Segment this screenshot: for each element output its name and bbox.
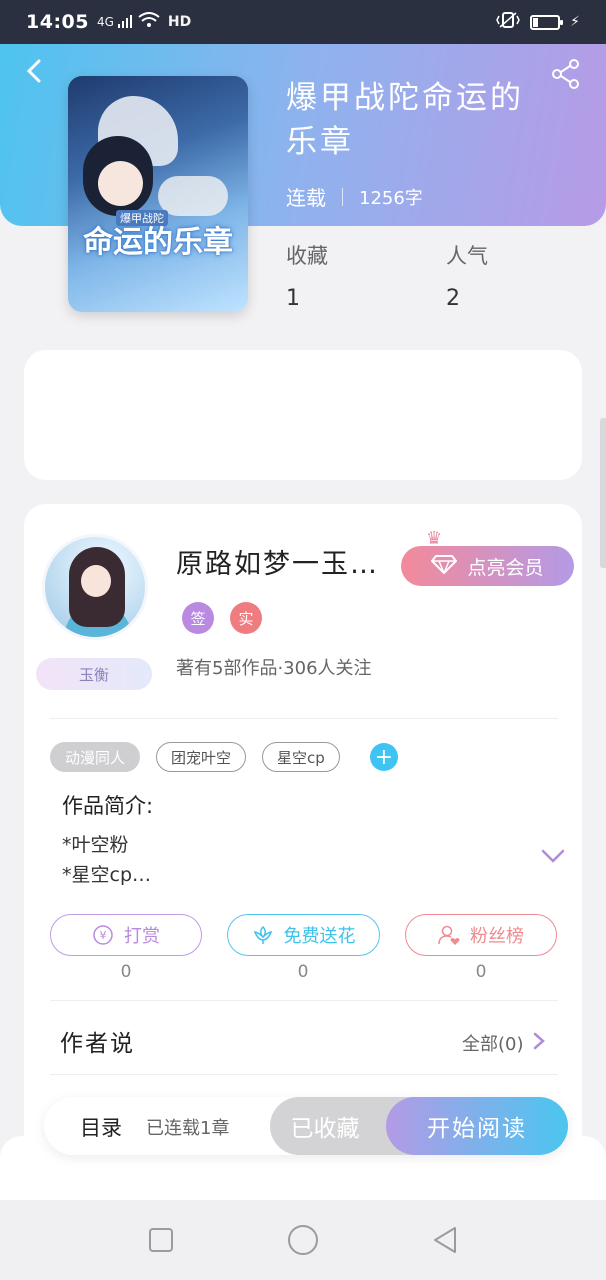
catalog-button[interactable]: 目录 (80, 1112, 122, 1142)
wifi-icon (138, 11, 160, 33)
cover-title: 命运的乐章 (83, 225, 233, 260)
chevron-right-icon (532, 1031, 546, 1056)
start-reading-button[interactable]: 开始阅读 (386, 1097, 568, 1155)
divider (50, 1074, 558, 1075)
send-flower-button[interactable]: 免费送花 (227, 914, 380, 956)
battery-icon (530, 14, 564, 30)
fan-count: 0 (475, 962, 487, 982)
author-say-title: 作者说 (60, 1031, 135, 1057)
book-meta: 连载 1256字 (286, 182, 423, 211)
book-title: 爆甲战陀命运的乐章 (286, 80, 524, 160)
yuan-icon: ¥ (92, 924, 114, 946)
user-heart-icon (438, 924, 460, 946)
author-avatar[interactable] (42, 534, 148, 640)
fan-ranking-label: 粉丝榜 (470, 926, 524, 947)
cover-small-text: 爆甲战陀 (116, 210, 168, 226)
book-status: 连载 (286, 186, 326, 210)
placeholder-card (24, 350, 582, 480)
tag-chip[interactable]: 动漫同人 (50, 742, 141, 772)
charging-icon: ⚡ (570, 14, 580, 30)
popularity-label: 人气 (446, 244, 488, 268)
divider (50, 1000, 558, 1001)
signed-badge: 签 (182, 602, 214, 634)
back-icon[interactable] (22, 58, 48, 84)
author-say-all-label: 全部(0) (462, 1034, 524, 1055)
vip-button[interactable]: 点亮会员 (401, 546, 574, 586)
author-name[interactable]: 原路如梦一玉… (176, 542, 396, 581)
system-nav-bar (0, 1200, 606, 1280)
author-level-badge: 玉衡 (36, 658, 152, 690)
recent-apps-button[interactable] (145, 1224, 177, 1256)
reward-button[interactable]: ¥ 打赏 (50, 914, 202, 956)
hd-indicator: HD (167, 14, 192, 30)
back-nav-button[interactable] (429, 1224, 461, 1256)
vibrate-icon (496, 11, 520, 34)
author-say-all-link[interactable]: 全部(0) (462, 1030, 546, 1056)
status-bar: 14:05 4G HD ⚡ (0, 0, 606, 44)
collect-label: 收藏 (286, 244, 328, 268)
catalog-subtitle[interactable]: 已连载1章 (146, 1114, 229, 1140)
word-count: 1256字 (359, 187, 423, 209)
tag-chip[interactable]: 团宠叶空 (156, 742, 247, 772)
add-tag-button[interactable]: + (369, 743, 398, 771)
reward-count: 0 (120, 962, 132, 982)
network-indicator: 4G (96, 15, 114, 29)
author-summary: 著有5部作品·306人关注 (176, 658, 372, 679)
send-flower-label: 免费送花 (283, 926, 356, 947)
vip-button-label: 点亮会员 (467, 556, 544, 579)
reward-label: 打赏 (124, 926, 160, 947)
popularity-stat: 人气 2 (446, 240, 488, 311)
signal-icon (117, 11, 132, 33)
tag-chip[interactable]: 星空cp (262, 742, 340, 772)
divider (50, 718, 558, 719)
collected-label: 已收藏 (290, 1116, 360, 1142)
intro-text: *叶空粉 *星空cp… (62, 834, 152, 886)
svg-text:¥: ¥ (100, 929, 107, 942)
flower-count: 0 (297, 962, 309, 982)
verified-badge: 实 (230, 602, 262, 634)
intro-title: 作品简介: (62, 794, 154, 818)
tag-list: 动漫同人 团宠叶空 星空cp + (50, 742, 398, 772)
popularity-value: 2 (446, 286, 460, 311)
collect-stat: 收藏 1 (286, 240, 328, 311)
collect-value: 1 (286, 286, 300, 311)
diamond-icon (431, 554, 458, 579)
status-time: 14:05 (26, 11, 89, 33)
side-drawer-handle[interactable] (600, 418, 606, 568)
home-button[interactable] (287, 1224, 319, 1256)
chevron-down-icon[interactable] (540, 846, 566, 866)
book-cover[interactable]: 爆甲战陀 命运的乐章 (68, 76, 248, 312)
flower-icon (252, 924, 274, 946)
fan-ranking-button[interactable]: 粉丝榜 (405, 914, 557, 956)
